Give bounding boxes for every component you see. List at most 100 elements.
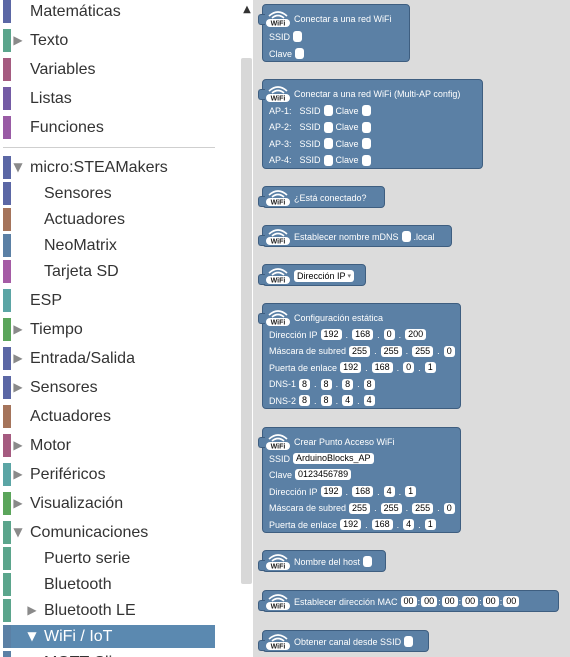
octet-input[interactable]: 255 [380, 345, 402, 357]
octet-input[interactable]: 200 [405, 329, 427, 340]
chevron-right-icon[interactable]: ▶ [11, 318, 25, 341]
octet-input[interactable]: 0 [403, 362, 415, 373]
category-variables[interactable]: Variables [3, 58, 215, 81]
octet-input[interactable]: 4 [383, 486, 395, 497]
wifi-connect-block[interactable]: WiFi Conectar a una red WiFi SSID Clave [258, 4, 410, 62]
category-matemáticas[interactable]: Matemáticas [3, 0, 215, 23]
mac-byte-input[interactable]: 00 [441, 596, 458, 607]
octet-input[interactable]: 192 [340, 519, 362, 530]
category-tiempo[interactable]: ▶ Tiempo [3, 318, 215, 341]
octet-input[interactable]: 255 [412, 345, 434, 357]
ssid-input-socket[interactable] [404, 636, 414, 647]
category-sensores[interactable]: ▶ Sensores [3, 376, 215, 399]
clave-input-socket[interactable] [361, 138, 371, 149]
clave-input-socket[interactable] [361, 121, 371, 133]
ssid-input-socket[interactable] [323, 154, 333, 166]
category-esp[interactable]: ESP [3, 289, 215, 312]
octet-input[interactable]: 255 [349, 345, 371, 357]
mac-byte-input[interactable]: 00 [462, 596, 479, 607]
ip-address-block[interactable]: WiFi Dirección IP ▾ [258, 264, 366, 286]
category-texto[interactable]: ▶ Texto [3, 29, 215, 52]
ssid-input-socket[interactable] [323, 105, 333, 116]
chevron-down-icon[interactable]: ▼ [11, 521, 25, 544]
category-actuadores[interactable]: Actuadores [3, 208, 215, 231]
mdns-input-socket[interactable] [401, 231, 411, 242]
octet-input[interactable]: 192 [340, 362, 362, 373]
category-visualización[interactable]: ▶ Visualización [3, 492, 215, 515]
clave-input-socket[interactable] [295, 48, 305, 59]
octet-input[interactable]: 0 [383, 329, 395, 340]
octet-input[interactable]: 1 [424, 519, 436, 530]
chevron-right-icon[interactable]: ▶ [11, 434, 25, 457]
category-wifi-iot[interactable]: ▼ WiFi / IoT [3, 625, 215, 648]
octet-input[interactable]: 8 [363, 378, 375, 390]
mac-byte-input[interactable]: 00 [421, 596, 438, 607]
ssid-input-socket[interactable] [323, 121, 333, 133]
static-config-block[interactable]: WiFi Configuración estática Dirección IP 1… [258, 303, 461, 409]
mdns-block[interactable]: WiFi Establecer nombre mDNS .local [258, 225, 452, 247]
ap-ssid-input[interactable]: ArduinoBlocks_AP [293, 453, 374, 464]
category-comunicaciones[interactable]: ▼ Comunicaciones [3, 521, 215, 544]
octet-input[interactable]: 168 [352, 329, 374, 340]
chevron-right-icon[interactable]: ▶ [11, 492, 25, 515]
chevron-right-icon[interactable]: ▶ [25, 599, 39, 622]
get-channel-block[interactable]: WiFi Obtener canal desde SSID [258, 630, 429, 652]
category-bluetooth-le[interactable]: ▶ Bluetooth LE [3, 599, 215, 622]
ssid-input-socket[interactable] [323, 138, 333, 149]
hostname-block[interactable]: WiFi Nombre del host [258, 550, 386, 572]
is-connected-block[interactable]: WiFi ¿Está conectado? [258, 186, 385, 208]
octet-input[interactable]: 0 [443, 345, 455, 357]
access-point-block[interactable]: WiFi Crear Punto Acceso WiFi SSID ArduinoB… [258, 427, 461, 533]
octet-input[interactable]: 8 [299, 395, 311, 406]
chevron-right-icon[interactable]: ▶ [11, 376, 25, 399]
category-mqtt-cli[interactable]: MQTT Cli [3, 651, 215, 657]
octet-input[interactable]: 255 [380, 502, 402, 514]
category-sensores[interactable]: Sensores [3, 182, 215, 205]
octet-input[interactable]: 192 [320, 329, 342, 340]
category-listas[interactable]: Listas [3, 87, 215, 110]
clave-input-socket[interactable] [361, 105, 371, 116]
octet-input[interactable]: 8 [342, 378, 354, 390]
octet-input[interactable]: 4 [403, 519, 415, 530]
ssid-input-socket[interactable] [293, 31, 303, 42]
category-actuadores[interactable]: Actuadores [3, 405, 215, 428]
mac-byte-input[interactable]: 00 [482, 596, 499, 607]
hostname-input-socket[interactable] [363, 556, 373, 567]
octet-input[interactable]: 192 [320, 486, 342, 497]
octet-input[interactable]: 255 [349, 502, 371, 514]
wifi-multiap-block[interactable]: WiFi Conectar a una red WiFi (Multi-AP co… [258, 79, 483, 169]
category-bluetooth[interactable]: Bluetooth [3, 573, 215, 596]
octet-input[interactable]: 1 [405, 486, 417, 497]
mac-byte-input[interactable]: 00 [503, 596, 520, 607]
category-neomatrix[interactable]: NeoMatrix [3, 234, 215, 257]
category-entrada-salida[interactable]: ▶ Entrada/Salida [3, 347, 215, 370]
category-funciones[interactable]: Funciones [3, 116, 215, 139]
ap-clave-input[interactable]: 0123456789 [295, 469, 352, 480]
chevron-right-icon[interactable]: ▶ [11, 347, 25, 370]
octet-input[interactable]: 255 [412, 502, 434, 514]
octet-input[interactable]: 168 [371, 519, 393, 530]
octet-input[interactable]: 8 [320, 378, 332, 390]
octet-input[interactable]: 4 [363, 395, 375, 406]
octet-input[interactable]: 0 [443, 502, 455, 514]
chevron-right-icon[interactable]: ▶ [11, 463, 25, 486]
octet-input[interactable]: 1 [424, 362, 436, 373]
clave-input-socket[interactable] [361, 154, 371, 166]
toolbox-scrollbar[interactable] [241, 58, 252, 584]
chevron-down-icon[interactable]: ▼ [11, 156, 25, 179]
octet-input[interactable]: 168 [371, 362, 393, 373]
octet-input[interactable]: 168 [352, 486, 374, 497]
category-puerto-serie[interactable]: Puerto serie [3, 547, 215, 570]
ip-type-dropdown[interactable]: Dirección IP ▾ [294, 269, 355, 282]
category-micro-steamakers[interactable]: ▼ micro:STEAMakers [3, 156, 215, 179]
octet-input[interactable]: 8 [320, 395, 332, 406]
category-periféricos[interactable]: ▶ Periféricos [3, 463, 215, 486]
scroll-up-arrow-icon[interactable]: ▲ [241, 4, 253, 15]
octet-input[interactable]: 4 [342, 395, 354, 406]
octet-input[interactable]: 8 [299, 378, 311, 390]
category-motor[interactable]: ▶ Motor [3, 434, 215, 457]
set-mac-block[interactable]: WiFi Establecer dirección MAC 00:00:00:00:… [258, 590, 559, 612]
category-tarjeta-sd[interactable]: Tarjeta SD [3, 260, 215, 283]
chevron-down-icon[interactable]: ▼ [25, 625, 39, 648]
mac-byte-input[interactable]: 00 [400, 596, 417, 607]
